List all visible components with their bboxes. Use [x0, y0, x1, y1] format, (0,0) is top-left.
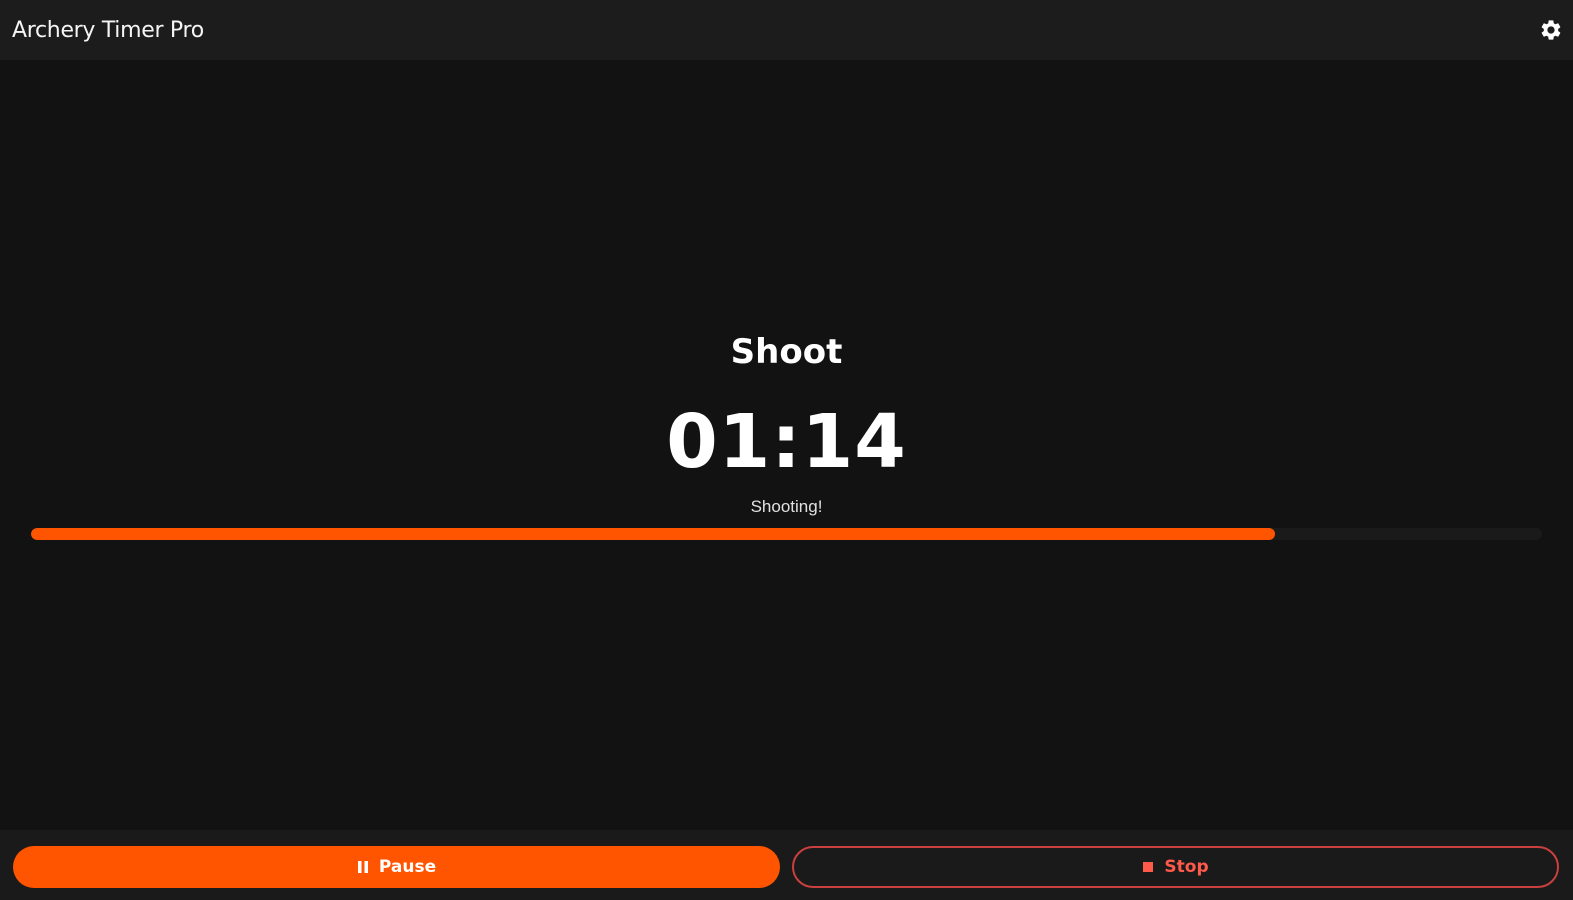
pause-label: Pause	[378, 857, 437, 877]
progress-bar	[31, 528, 1542, 540]
stop-label: Stop	[1164, 857, 1209, 877]
stop-icon	[1142, 861, 1154, 873]
timer-display: Shoot 01:14 Shooting!	[0, 60, 1573, 830]
app-title: Archery Timer Pro	[12, 17, 204, 43]
settings-button[interactable]	[1535, 14, 1567, 46]
stop-button[interactable]: Stop	[792, 846, 1559, 888]
progress-fill	[31, 528, 1275, 540]
pause-button[interactable]: Pause	[13, 846, 780, 888]
app-window: Archery Timer Pro Shoot 01:14 Shooting!	[0, 0, 1573, 900]
control-bar: Pause Stop	[0, 830, 1573, 900]
phase-label: Shoot	[730, 332, 843, 372]
countdown-time: 01:14	[666, 399, 907, 485]
gear-icon	[1539, 18, 1563, 42]
title-bar: Archery Timer Pro	[0, 0, 1573, 60]
pause-icon	[357, 860, 369, 874]
status-text: Shooting!	[750, 497, 823, 516]
